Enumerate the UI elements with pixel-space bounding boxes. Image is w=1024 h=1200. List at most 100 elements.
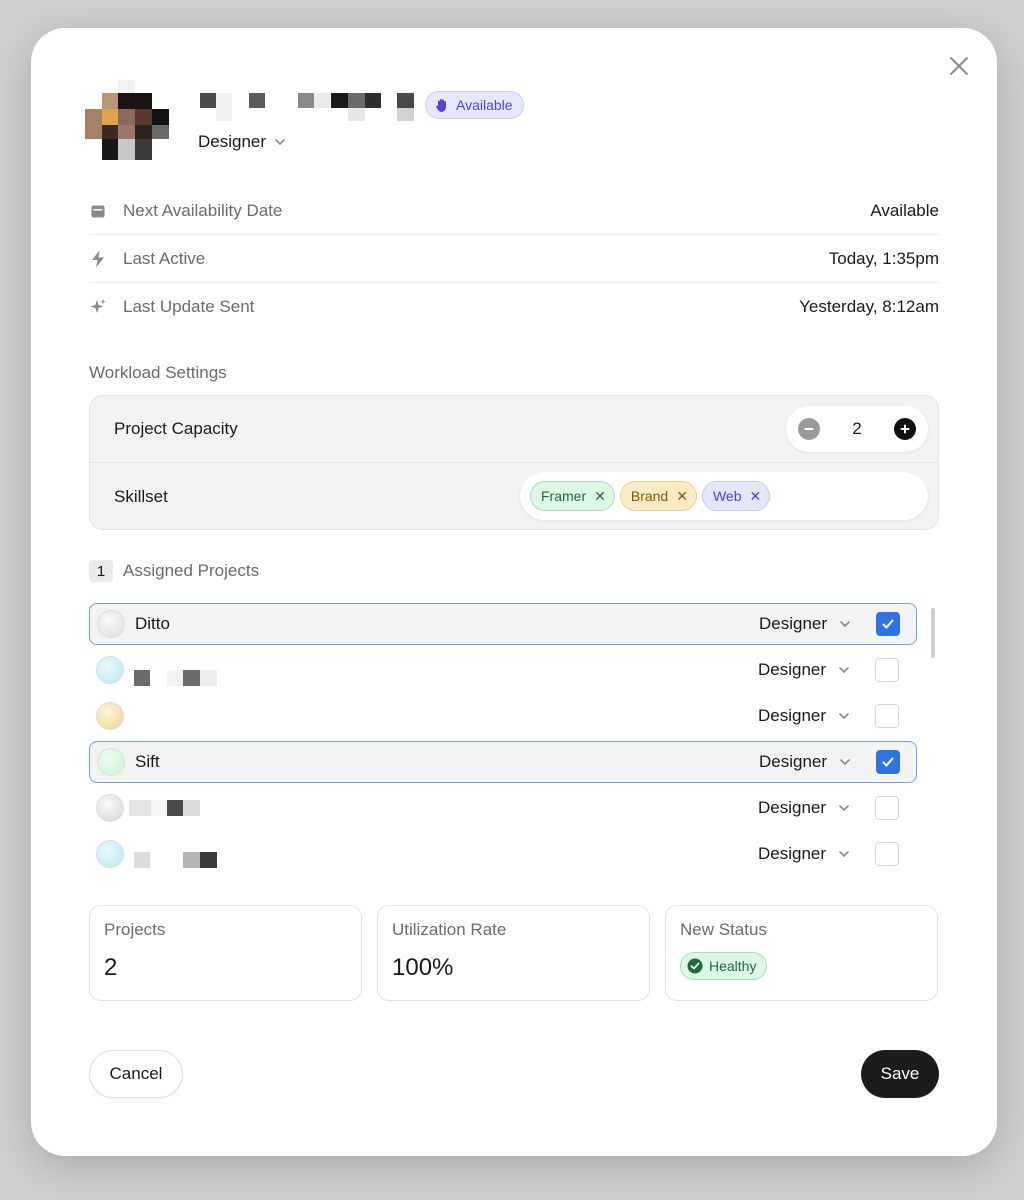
role-dropdown[interactable]: Designer bbox=[198, 132, 286, 152]
project-row[interactable]: Sift Designer bbox=[89, 741, 917, 783]
info-row-last-update: Last Update Sent Yesterday, 8:12am bbox=[89, 283, 939, 331]
project-role-dropdown[interactable]: Designer bbox=[758, 798, 850, 818]
skill-tag: Framer ✕ bbox=[530, 481, 615, 511]
project-capacity-label: Project Capacity bbox=[114, 419, 238, 438]
skillset-input[interactable]: Framer ✕ Brand ✕ Web ✕ bbox=[520, 472, 928, 520]
project-row[interactable]: Designer bbox=[89, 787, 917, 829]
chevron-down-icon bbox=[839, 713, 849, 720]
project-role-dropdown[interactable]: Designer bbox=[758, 844, 850, 864]
project-checkbox[interactable] bbox=[875, 658, 899, 682]
project-checkbox[interactable] bbox=[876, 750, 900, 774]
project-avatar bbox=[96, 794, 124, 822]
project-avatar bbox=[96, 840, 124, 868]
chevron-down-icon bbox=[839, 851, 849, 858]
info-value: Today, 1:35pm bbox=[828, 248, 939, 268]
status-badge: Healthy bbox=[680, 952, 768, 980]
availability-badge-label: Available bbox=[456, 97, 513, 113]
increment-button[interactable] bbox=[894, 418, 916, 440]
project-row[interactable]: Designer bbox=[89, 833, 917, 875]
decrement-button[interactable] bbox=[798, 418, 820, 440]
project-list-scrollbar[interactable] bbox=[931, 608, 935, 658]
assigned-projects-title: Assigned Projects bbox=[123, 561, 260, 580]
chevron-down-icon bbox=[840, 759, 850, 766]
project-checkbox[interactable] bbox=[875, 842, 899, 866]
sparkle-icon bbox=[89, 298, 107, 316]
close-button[interactable] bbox=[947, 54, 971, 78]
skill-tag-label: Brand bbox=[630, 488, 669, 504]
project-role-label: Designer bbox=[759, 752, 828, 771]
assigned-count-badge: 1 bbox=[89, 560, 113, 582]
projects-stat-card: Projects 2 bbox=[89, 905, 362, 1001]
project-checkbox[interactable] bbox=[875, 796, 899, 820]
project-row[interactable]: Ditto Designer bbox=[89, 603, 917, 645]
cancel-button[interactable]: Cancel bbox=[89, 1050, 183, 1098]
project-avatar bbox=[97, 610, 125, 638]
avatar bbox=[85, 80, 169, 160]
info-row-next-availability: Next Availability Date Available bbox=[89, 187, 939, 235]
chevron-down-icon bbox=[840, 621, 850, 628]
chevron-down-icon bbox=[275, 139, 285, 146]
skill-tag-label: Framer bbox=[541, 488, 587, 504]
info-value: Available bbox=[870, 200, 939, 220]
project-role-label: Designer bbox=[758, 660, 827, 679]
save-button[interactable]: Save bbox=[861, 1050, 939, 1098]
project-role-dropdown[interactable]: Designer bbox=[758, 706, 850, 726]
plus-icon bbox=[900, 424, 910, 434]
project-avatar bbox=[96, 702, 124, 730]
capacity-value: 2 bbox=[852, 419, 862, 438]
stat-label: New Status bbox=[680, 920, 767, 939]
info-label: Last Update Sent bbox=[123, 297, 255, 316]
project-row[interactable]: Designer bbox=[89, 695, 917, 737]
remove-tag-icon[interactable]: ✕ bbox=[676, 488, 688, 505]
project-avatar bbox=[96, 656, 124, 684]
stat-value: 100% bbox=[392, 954, 454, 981]
skill-tag: Brand ✕ bbox=[619, 481, 697, 511]
project-row[interactable]: Designer bbox=[89, 649, 917, 691]
stat-label: Projects bbox=[104, 920, 166, 939]
project-name: Ditto bbox=[135, 614, 170, 633]
check-icon bbox=[882, 757, 894, 767]
skill-tag-label: Web bbox=[712, 488, 742, 504]
lightning-icon bbox=[89, 250, 107, 268]
skill-tag: Web ✕ bbox=[701, 481, 771, 511]
hand-icon bbox=[436, 99, 446, 112]
remove-tag-icon[interactable]: ✕ bbox=[750, 488, 762, 505]
project-capacity-row: Project Capacity 2 bbox=[90, 396, 938, 463]
role-dropdown-label: Designer bbox=[198, 132, 267, 151]
calendar-icon bbox=[89, 202, 107, 220]
check-icon bbox=[882, 619, 894, 629]
capacity-stepper: 2 bbox=[786, 406, 928, 452]
project-checkbox[interactable] bbox=[876, 612, 900, 636]
workload-settings-panel: Project Capacity 2 Skillset Framer ✕ Bra bbox=[89, 395, 939, 530]
stat-value: 2 bbox=[104, 954, 118, 981]
minus-icon bbox=[804, 428, 814, 430]
project-name: Sift bbox=[135, 752, 160, 771]
utilization-stat-card: Utilization Rate 100% bbox=[377, 905, 650, 1001]
info-value: Yesterday, 8:12am bbox=[799, 297, 939, 316]
project-role-label: Designer bbox=[758, 798, 827, 817]
status-badge-label: Healthy bbox=[709, 958, 757, 974]
check-circle-icon bbox=[687, 958, 703, 974]
chevron-down-icon bbox=[839, 805, 849, 812]
edit-member-modal: Available Designer Next Availability Dat… bbox=[31, 28, 997, 1156]
skillset-row: Skillset Framer ✕ Brand ✕ Web ✕ bbox=[90, 463, 938, 530]
project-role-label: Designer bbox=[758, 706, 827, 725]
project-role-dropdown[interactable]: Designer bbox=[759, 614, 851, 634]
workload-settings-title: Workload Settings bbox=[89, 363, 227, 382]
project-role-dropdown[interactable]: Designer bbox=[758, 660, 850, 680]
remove-tag-icon[interactable]: ✕ bbox=[594, 488, 606, 505]
project-list: Ditto Designer Designer Designer Sift De… bbox=[89, 603, 917, 879]
info-label: Last Active bbox=[123, 248, 206, 268]
skillset-label: Skillset bbox=[114, 486, 168, 506]
project-role-label: Designer bbox=[758, 844, 827, 863]
project-checkbox[interactable] bbox=[875, 704, 899, 728]
close-icon bbox=[950, 57, 968, 75]
availability-badge: Available bbox=[425, 91, 524, 119]
info-row-last-active: Last Active Today, 1:35pm bbox=[89, 235, 939, 283]
project-role-label: Designer bbox=[759, 614, 828, 633]
project-role-dropdown[interactable]: Designer bbox=[759, 752, 851, 772]
info-label: Next Availability Date bbox=[123, 200, 283, 220]
project-avatar bbox=[97, 748, 125, 776]
assigned-projects-header: 1 Assigned Projects bbox=[89, 560, 259, 582]
status-stat-card: New Status Healthy bbox=[665, 905, 938, 1001]
